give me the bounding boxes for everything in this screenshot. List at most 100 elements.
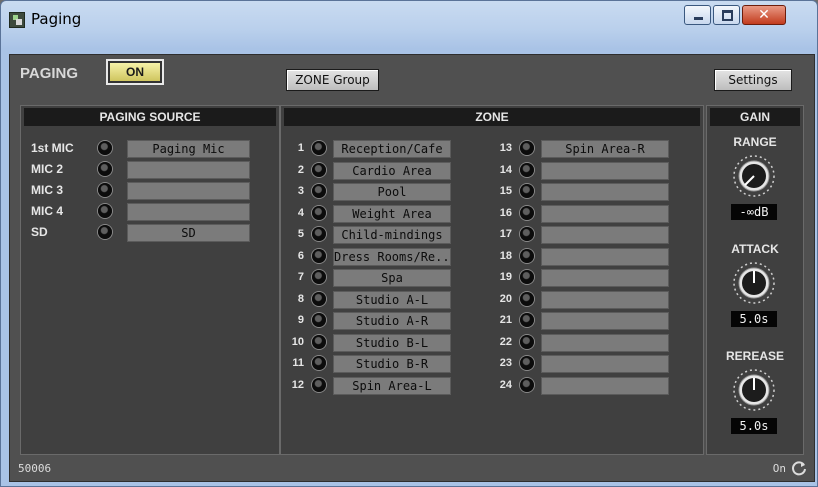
source-indicator-led[interactable]: [98, 204, 112, 218]
zone-indicator-led[interactable]: [312, 227, 326, 241]
attack-knob[interactable]: [732, 261, 776, 305]
zone-name-field[interactable]: Spin Area-L: [333, 376, 451, 395]
zone-name-field[interactable]: [541, 247, 669, 266]
attack-value: 5.0s: [731, 311, 777, 327]
zone-name-field[interactable]: Spin Area-R: [541, 140, 669, 158]
close-icon: ✕: [758, 7, 770, 23]
status-state: On: [772, 462, 786, 475]
zone-name-field[interactable]: Weight Area: [333, 204, 451, 223]
zone-number: 11: [292, 357, 304, 369]
zone-indicator-led[interactable]: [520, 334, 534, 349]
zone-number: 17: [499, 228, 512, 240]
zone-indicator-led[interactable]: [312, 356, 326, 370]
zone-number: 24: [499, 378, 512, 391]
zone-number: 22: [499, 335, 512, 348]
paging-on-button[interactable]: ON: [106, 59, 164, 85]
zone-indicator-led[interactable]: [312, 205, 326, 220]
source-label: MIC 4: [31, 204, 64, 218]
title-bar[interactable]: Paging ✕: [1, 1, 817, 49]
zone-name-field[interactable]: [541, 290, 669, 309]
zone-name-field[interactable]: Dress Rooms/Re...: [333, 247, 451, 266]
source-indicator-led[interactable]: [98, 141, 112, 155]
status-id: 50006: [18, 462, 52, 475]
source-name-field[interactable]: Paging Mic: [127, 140, 250, 158]
zone-indicator-led[interactable]: [520, 205, 534, 220]
zone-name-field[interactable]: Reception/Cafe: [333, 140, 451, 158]
source-indicator-led[interactable]: [98, 183, 112, 197]
range-knob[interactable]: [732, 154, 776, 198]
source-name-field[interactable]: [127, 182, 250, 200]
zone-indicator-led[interactable]: [520, 162, 534, 177]
zone-name-field[interactable]: Pool: [333, 183, 451, 201]
zone-indicator-led[interactable]: [520, 377, 534, 392]
zone-indicator-led[interactable]: [312, 141, 326, 155]
zone-name-field[interactable]: Studio B-L: [333, 333, 451, 352]
source-label: MIC 2: [31, 162, 64, 176]
zone-number: 16: [499, 206, 512, 219]
gain-title: GAIN: [710, 108, 800, 126]
zone-name-field[interactable]: Cardio Area: [333, 161, 451, 180]
release-value: 5.0s: [731, 418, 777, 434]
source-name-field[interactable]: [127, 203, 250, 221]
paging-label: PAGING: [20, 65, 79, 82]
minimize-button[interactable]: [684, 5, 711, 25]
paging-client: PAGING ON ZONE Group Settings PAGING SOU…: [9, 54, 815, 482]
zone-name-field[interactable]: [541, 355, 669, 373]
source-name-field[interactable]: SD: [127, 224, 250, 242]
source-label: MIC 3: [31, 183, 64, 197]
zone-number: 9: [297, 314, 304, 326]
zone-name-field[interactable]: Studio B-R: [333, 355, 451, 373]
zone-indicator-led[interactable]: [312, 248, 326, 263]
zone-indicator-led[interactable]: [312, 162, 326, 177]
zone-indicator-led[interactable]: [520, 141, 534, 155]
settings-button[interactable]: Settings: [714, 69, 792, 91]
zone-indicator-led[interactable]: [312, 377, 326, 392]
zone-indicator-led[interactable]: [312, 291, 326, 306]
zone-name-field[interactable]: [541, 226, 669, 244]
zone-number: 15: [499, 185, 512, 197]
zone-indicator-led[interactable]: [520, 270, 534, 284]
zone-name-field[interactable]: Child-mindings: [333, 226, 451, 244]
zone-name-field[interactable]: [541, 269, 669, 287]
zone-indicator-led[interactable]: [312, 313, 326, 327]
release-knob[interactable]: [732, 368, 776, 412]
zone-number: 13: [499, 142, 512, 154]
maximize-button[interactable]: [713, 5, 740, 25]
zone-name-field[interactable]: [541, 333, 669, 352]
zone-indicator-led[interactable]: [520, 248, 534, 263]
zone-indicator-led[interactable]: [312, 334, 326, 349]
zone-group-button[interactable]: ZONE Group: [286, 69, 379, 91]
close-button[interactable]: ✕: [742, 5, 786, 25]
zone-number: 2: [297, 163, 304, 176]
window-title: Paging: [31, 10, 82, 28]
zone-name-field[interactable]: [541, 376, 669, 395]
zone-name-field[interactable]: [541, 161, 669, 180]
zone-indicator-led[interactable]: [312, 184, 326, 198]
release-label: REREASE: [725, 349, 784, 363]
zone-number: 14: [499, 163, 512, 176]
zone-name-field[interactable]: Studio A-R: [333, 312, 451, 330]
zone-indicator-led[interactable]: [312, 270, 326, 284]
zone-number: 18: [499, 249, 512, 262]
zone-indicator-led[interactable]: [520, 227, 534, 241]
zone-name-field[interactable]: [541, 183, 669, 201]
zone-indicator-led[interactable]: [520, 313, 534, 327]
paging-on-label: ON: [110, 63, 160, 81]
zone-name-field[interactable]: [541, 204, 669, 223]
zone-indicator-led[interactable]: [520, 291, 534, 306]
source-indicator-led[interactable]: [98, 162, 112, 176]
zone-number: 8: [297, 292, 304, 305]
zone-number: 12: [291, 378, 304, 391]
zone-name-field[interactable]: Spa: [333, 269, 451, 287]
zone-name-field[interactable]: Studio A-L: [333, 290, 451, 309]
zone-indicator-led[interactable]: [520, 356, 534, 370]
source-name-field[interactable]: [127, 161, 250, 179]
zone-number: 1: [297, 142, 304, 154]
zone-number: 4: [297, 206, 304, 219]
source-indicator-led[interactable]: [98, 225, 112, 239]
refresh-icon[interactable]: [790, 459, 808, 477]
source-label: SD: [31, 225, 48, 239]
zone-name-field[interactable]: [541, 312, 669, 330]
source-label: 1st MIC: [31, 141, 74, 155]
zone-indicator-led[interactable]: [520, 184, 534, 198]
